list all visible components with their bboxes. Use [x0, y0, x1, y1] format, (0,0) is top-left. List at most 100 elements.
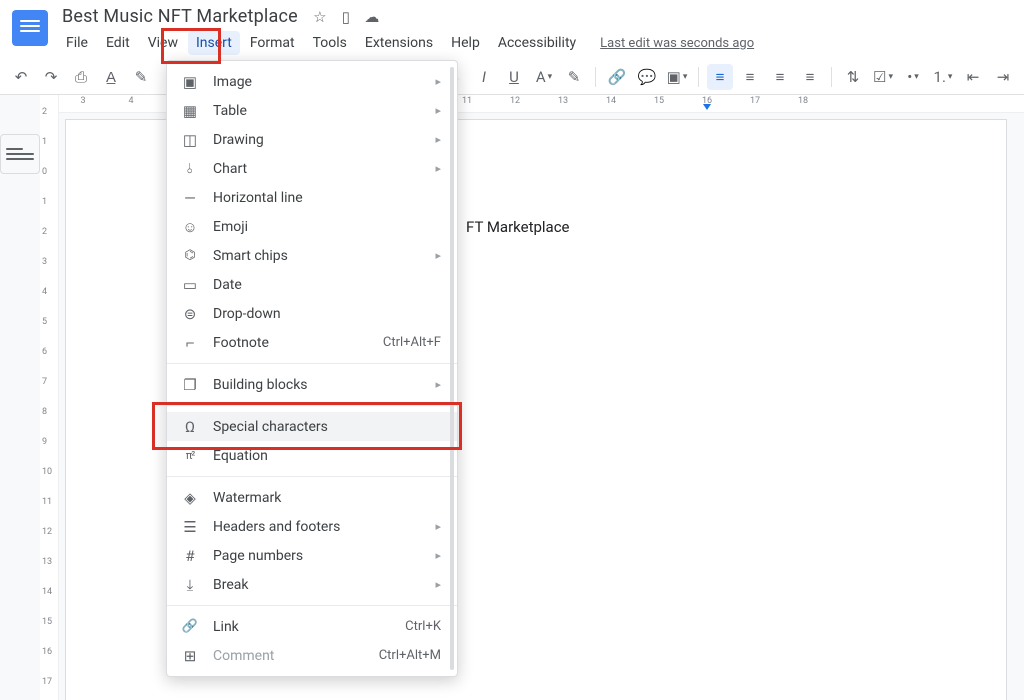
- submenu-arrow-icon: ▸: [435, 133, 441, 146]
- insert-menu-smart-chips[interactable]: Smart chips▸: [167, 241, 457, 270]
- highlight-button[interactable]: ✎: [561, 64, 587, 90]
- insert-menu-label: Link: [213, 619, 239, 635]
- submenu-arrow-icon: ▸: [435, 104, 441, 117]
- menu-file[interactable]: File: [58, 31, 96, 55]
- spellcheck-button[interactable]: A̲: [98, 64, 124, 90]
- insert-menu-dropdown: Image▸Table▸Drawing▸Chart▸Horizontal lin…: [166, 60, 458, 677]
- align-justify-button[interactable]: ≡: [797, 64, 823, 90]
- drop-down-icon: [181, 305, 199, 323]
- text-color-button[interactable]: A▾: [531, 64, 557, 90]
- menu-accessibility[interactable]: Accessibility: [490, 31, 584, 55]
- insert-menu-drop-down[interactable]: Drop-down: [167, 299, 457, 328]
- link-icon: [181, 618, 199, 636]
- insert-menu-date[interactable]: Date: [167, 270, 457, 299]
- menu-insert[interactable]: Insert: [188, 31, 240, 55]
- align-left-button[interactable]: ≡: [707, 64, 733, 90]
- undo-button[interactable]: ↶: [8, 64, 34, 90]
- image-icon: [181, 73, 199, 91]
- insert-menu-page-numbers[interactable]: Page numbers ▸: [167, 541, 457, 570]
- submenu-arrow-icon: ▸: [435, 520, 441, 533]
- insert-menu-label: Headers and footers: [213, 519, 340, 535]
- menu-view[interactable]: View: [140, 31, 186, 55]
- insert-menu-label: Table: [213, 103, 247, 119]
- insert-menu-label: Building blocks: [213, 377, 308, 393]
- insert-menu-headers-footers[interactable]: Headers and footers ▸: [167, 512, 457, 541]
- menu-help[interactable]: Help: [443, 31, 488, 55]
- insert-menu-label: Special characters: [213, 419, 328, 435]
- insert-menu-label: Emoji: [213, 219, 248, 235]
- move-icon[interactable]: ▯: [336, 7, 356, 27]
- star-icon[interactable]: ☆: [310, 7, 330, 27]
- decrease-indent-button[interactable]: ⇤: [960, 64, 986, 90]
- insert-menu-link[interactable]: Link Ctrl+K: [167, 612, 457, 641]
- menu-divider: [167, 405, 457, 406]
- insert-menu-table[interactable]: Table ▸: [167, 96, 457, 125]
- submenu-arrow-icon: ▸: [435, 578, 441, 591]
- menu-edit[interactable]: Edit: [98, 31, 138, 55]
- smart-chips-icon: [181, 247, 199, 265]
- equation-icon: [181, 447, 199, 465]
- insert-menu-image[interactable]: Image▸: [167, 67, 457, 96]
- insert-menu-label: Page numbers: [213, 548, 303, 564]
- align-center-button[interactable]: ≡: [737, 64, 763, 90]
- menu-extensions[interactable]: Extensions: [357, 31, 441, 55]
- insert-menu-horizontal-line[interactable]: Horizontal line: [167, 183, 457, 212]
- document-body-text[interactable]: FT Marketplace: [466, 218, 570, 236]
- insert-menu-equation[interactable]: Equation: [167, 441, 457, 470]
- insert-menu-watermark[interactable]: Watermark: [167, 483, 457, 512]
- last-edit-link[interactable]: Last edit was seconds ago: [600, 36, 754, 51]
- insert-menu-label: Chart: [213, 161, 247, 177]
- menu-shortcut: Ctrl+K: [405, 619, 441, 634]
- menu-tools[interactable]: Tools: [305, 31, 355, 55]
- table-icon: [181, 102, 199, 120]
- insert-menu-label: Footnote: [213, 335, 269, 351]
- insert-menu-building-blocks[interactable]: Building blocks ▸: [167, 370, 457, 399]
- menu-divider: [167, 476, 457, 477]
- insert-menu-label: Equation: [213, 448, 268, 464]
- insert-comment-button[interactable]: 💬: [634, 64, 660, 90]
- insert-menu-break[interactable]: Break ▸: [167, 570, 457, 599]
- menu-bar: FileEditViewInsertFormatToolsExtensionsH…: [58, 31, 754, 55]
- insert-menu-footnote[interactable]: Footnote Ctrl+Alt+F: [167, 328, 457, 357]
- submenu-arrow-icon: ▸: [435, 75, 441, 88]
- increase-indent-button[interactable]: ⇥: [990, 64, 1016, 90]
- menu-divider: [167, 605, 457, 606]
- emoji-icon: [181, 218, 199, 236]
- document-outline-icon[interactable]: [0, 134, 40, 174]
- cloud-saved-icon[interactable]: ☁: [362, 7, 382, 27]
- menu-divider: [167, 363, 457, 364]
- insert-menu-label: Comment: [213, 648, 274, 664]
- numbered-list-button[interactable]: 1.▾: [930, 64, 956, 90]
- bulleted-list-button[interactable]: •▾: [900, 64, 926, 90]
- docs-logo-icon[interactable]: [12, 10, 48, 46]
- align-right-button[interactable]: ≡: [767, 64, 793, 90]
- insert-menu-chart[interactable]: Chart▸: [167, 154, 457, 183]
- footnote-icon: [181, 334, 199, 352]
- insert-link-button[interactable]: 🔗: [604, 64, 630, 90]
- submenu-arrow-icon: ▸: [435, 549, 441, 562]
- menu-format[interactable]: Format: [242, 31, 303, 55]
- underline-button[interactable]: U: [501, 64, 527, 90]
- italic-button[interactable]: I: [471, 64, 497, 90]
- insert-menu-emoji[interactable]: Emoji: [167, 212, 457, 241]
- date-icon: [181, 276, 199, 294]
- insert-menu-drawing[interactable]: Drawing▸: [167, 125, 457, 154]
- print-button[interactable]: ⎙: [68, 64, 94, 90]
- checklist-button[interactable]: ☑▾: [870, 64, 896, 90]
- insert-menu-label: Horizontal line: [213, 190, 303, 206]
- submenu-arrow-icon: ▸: [435, 378, 441, 391]
- menu-shortcut: Ctrl+Alt+F: [383, 335, 441, 350]
- horizontal-line-icon: [181, 189, 199, 207]
- line-spacing-button[interactable]: ⇅: [840, 64, 866, 90]
- document-title[interactable]: Best Music NFT Marketplace: [58, 4, 302, 29]
- redo-button[interactable]: ↷: [38, 64, 64, 90]
- insert-menu-special-characters[interactable]: Special characters: [167, 412, 457, 441]
- building-blocks-icon: [181, 376, 199, 394]
- chart-icon: [181, 160, 199, 178]
- watermark-icon: [181, 489, 199, 507]
- insert-menu-label: Break: [213, 577, 248, 593]
- paint-format-button[interactable]: ✎: [128, 64, 154, 90]
- insert-image-button[interactable]: ▣▾: [664, 64, 690, 90]
- drawing-icon: [181, 131, 199, 149]
- insert-menu-comment: CommentCtrl+Alt+M: [167, 641, 457, 670]
